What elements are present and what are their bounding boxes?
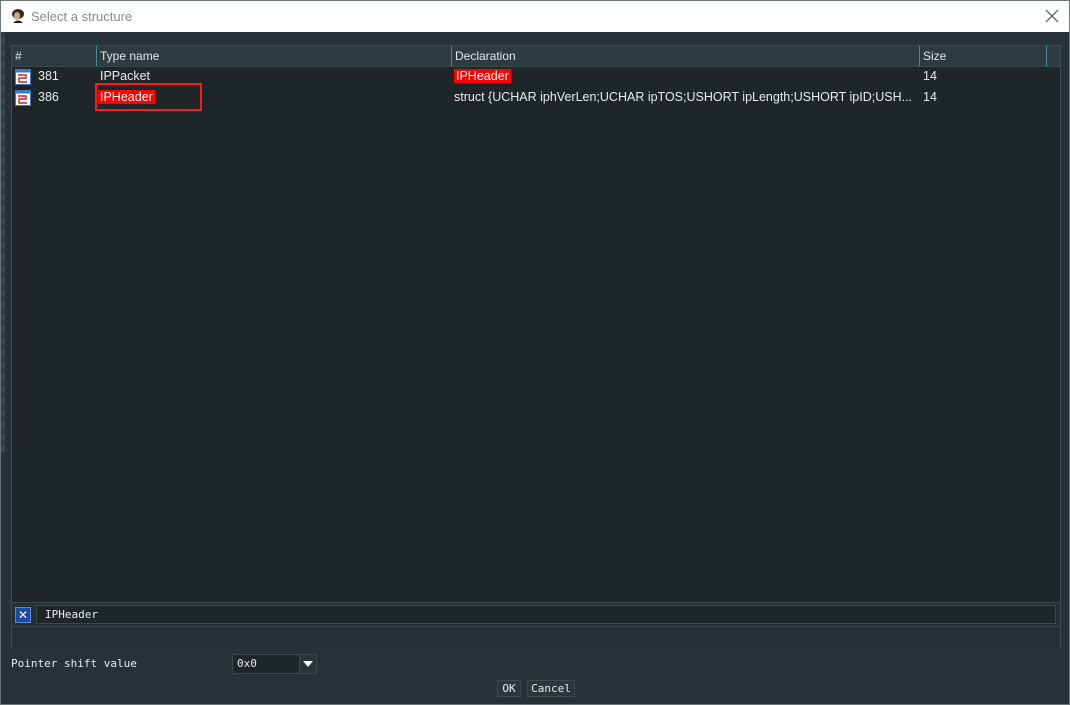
- panel-footer: [12, 626, 1060, 648]
- pointer-shift-value[interactable]: 0x0: [237, 656, 257, 672]
- structure-table: # Type name Declaration Size 381 IPPacke…: [12, 46, 1060, 602]
- left-edge-strip: [1, 32, 5, 452]
- column-header-type-name[interactable]: Type name: [96, 46, 451, 66]
- pointer-shift-combobox[interactable]: 0x0: [232, 654, 317, 674]
- row-declaration-highlighted: IPHeader: [454, 69, 511, 83]
- structure-panel: # Type name Declaration Size 381 IPPacke…: [11, 45, 1061, 648]
- row-number: 381: [38, 69, 59, 83]
- row-declaration: struct {UCHAR iphVerLen;UCHAR ipTOS;USHO…: [454, 90, 913, 104]
- selection-outline: [95, 83, 202, 111]
- table-header: # Type name Declaration Size: [12, 46, 1060, 67]
- table-row[interactable]: 386 IPHeader struct {UCHAR iphVerLen;UCH…: [12, 83, 1060, 111]
- clear-filter-icon[interactable]: ✕: [15, 607, 31, 623]
- column-header-number[interactable]: #: [12, 46, 96, 66]
- column-header-size[interactable]: Size: [919, 46, 1047, 66]
- row-number: 386: [38, 90, 59, 104]
- title-bar: Select a structure: [1, 1, 1069, 32]
- combo-dropdown-button[interactable]: [299, 655, 316, 673]
- filter-bar: ✕ IPHeader: [12, 602, 1060, 627]
- dialog-window: Select a structure # Type name Declarati…: [0, 0, 1070, 705]
- cancel-button[interactable]: Cancel: [527, 680, 575, 697]
- column-header-declaration[interactable]: Declaration: [451, 46, 919, 66]
- close-icon[interactable]: [1043, 7, 1061, 25]
- row-size: 14: [923, 69, 937, 83]
- struct-icon: [15, 90, 31, 106]
- window-title: Select a structure: [31, 9, 133, 24]
- app-icon: [12, 9, 24, 23]
- filter-input[interactable]: IPHeader: [36, 605, 1056, 624]
- row-size: 14: [923, 90, 937, 104]
- chevron-down-icon: [303, 661, 313, 667]
- ok-button[interactable]: OK: [497, 680, 521, 697]
- pointer-shift-label: Pointer shift value: [11, 657, 137, 670]
- struct-icon: [15, 69, 31, 85]
